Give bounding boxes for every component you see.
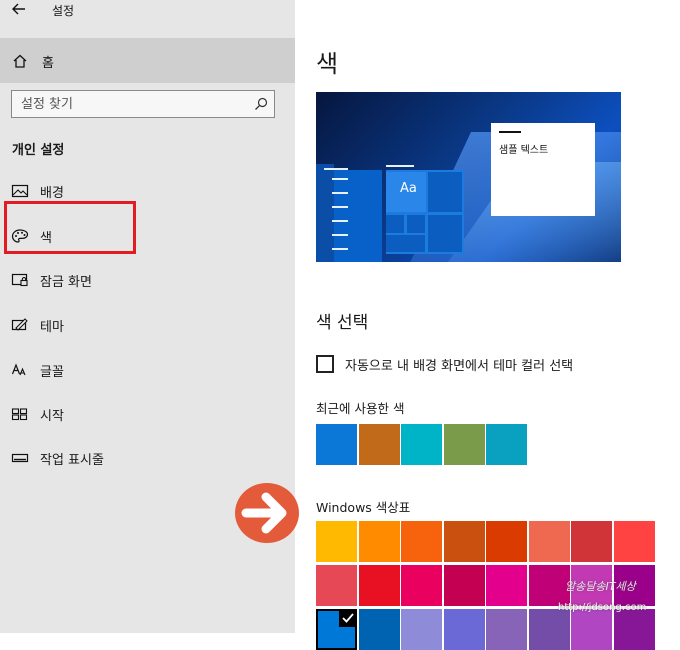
- preview-line: [332, 248, 348, 250]
- palette-color-swatch[interactable]: [571, 521, 612, 562]
- palette-color-swatch[interactable]: [486, 609, 527, 650]
- sample-text: 샘플 텍스트: [499, 145, 549, 156]
- preview-line: [332, 234, 348, 236]
- color-preview: Aa 샘플 텍스트: [316, 92, 621, 262]
- page-title: 색: [316, 50, 339, 78]
- watermark-url: http://jdsong.com: [558, 602, 647, 613]
- preview-tile-aa: Aa: [386, 172, 426, 212]
- start-icon: [11, 408, 28, 421]
- palette-color-swatch[interactable]: [613, 521, 655, 562]
- sidebar-item-label: 잠금 화면: [40, 275, 92, 290]
- sidebar-item-lock-screen[interactable]: 잠금 화면: [0, 263, 295, 297]
- sidebar-item-start[interactable]: 시작: [0, 397, 295, 431]
- palette-color-swatch[interactable]: [401, 565, 442, 606]
- sidebar-item-background[interactable]: 배경: [0, 174, 295, 208]
- font-icon: [11, 363, 26, 376]
- choose-color-title: 색 선택: [316, 313, 369, 333]
- palette-color-swatch[interactable]: [316, 565, 357, 606]
- sidebar-item-theme[interactable]: 테마: [0, 308, 295, 342]
- palette-color-swatch[interactable]: [358, 565, 400, 606]
- sidebar-item-label: 색: [40, 231, 52, 246]
- palette-color-swatch[interactable]: [528, 565, 570, 606]
- sidebar-item-label: 작업 표시줄: [40, 453, 104, 468]
- preview-line: [332, 206, 348, 208]
- preview-tile: [386, 235, 425, 252]
- sidebar-item-home[interactable]: 홈: [0, 38, 295, 83]
- palette-color-swatch[interactable]: [316, 521, 357, 562]
- palette-color-swatch[interactable]: [316, 609, 357, 650]
- palette-color-swatch[interactable]: [486, 565, 527, 606]
- home-icon: [13, 54, 27, 68]
- recent-color-swatch[interactable]: [316, 424, 357, 465]
- palette-icon: [11, 229, 29, 243]
- checkmark-icon: [339, 609, 357, 627]
- recent-color-swatch[interactable]: [358, 424, 400, 465]
- palette-color-swatch[interactable]: [443, 565, 485, 606]
- auto-color-checkbox[interactable]: [316, 355, 334, 373]
- sidebar-item-color[interactable]: 색: [0, 219, 295, 253]
- preview-sample-window: 샘플 텍스트: [491, 123, 595, 216]
- palette-color-swatch[interactable]: [443, 609, 485, 650]
- palette-color-swatch[interactable]: [528, 609, 570, 650]
- palette-color-swatch[interactable]: [613, 609, 655, 650]
- sidebar-item-label: 테마: [40, 320, 64, 335]
- home-label: 홈: [42, 56, 54, 71]
- recent-color-swatch[interactable]: [486, 424, 527, 465]
- section-title: 개인 설정: [12, 143, 65, 158]
- palette-title: Windows 색상표: [316, 500, 411, 515]
- preview-line: [332, 220, 348, 222]
- preview-tile: [428, 172, 462, 212]
- sample-window-bar: [499, 131, 521, 133]
- preview-tile: [428, 215, 462, 252]
- sidebar-item-label: 시작: [40, 409, 64, 424]
- sidebar-item-fonts[interactable]: 글꼴: [0, 353, 295, 387]
- search-icon[interactable]: [254, 97, 268, 111]
- preview-tile: [386, 215, 404, 233]
- palette-color-swatch[interactable]: [486, 521, 527, 562]
- sidebar-item-label: 글꼴: [40, 365, 64, 380]
- palette-color-swatch[interactable]: [358, 609, 400, 650]
- lock-screen-icon: [11, 273, 28, 287]
- palette-color-swatch[interactable]: [401, 609, 442, 650]
- preview-line: [324, 168, 348, 170]
- search-input[interactable]: [12, 91, 242, 117]
- preview-tile: [407, 215, 425, 233]
- theme-icon: [11, 318, 28, 331]
- auto-color-label: 자동으로 내 배경 화면에서 테마 컬러 선택: [345, 359, 574, 374]
- main-content: 색 Aa 샘플 텍스트 색 선택 자동으로 내 배경 화면에서 테마 컬러 선택…: [295, 0, 680, 650]
- recent-colors-title: 최근에 사용한 색: [316, 401, 405, 416]
- app-title: 설정: [52, 4, 75, 18]
- picture-icon: [11, 184, 29, 198]
- taskbar-icon: [11, 453, 29, 463]
- preview-line: [332, 192, 348, 194]
- sidebar-item-label: 배경: [40, 186, 64, 201]
- back-arrow-icon[interactable]: [11, 1, 27, 17]
- palette-color-swatch[interactable]: [358, 521, 400, 562]
- watermark-text: 알송달송IT세상: [565, 580, 636, 593]
- palette-color-swatch[interactable]: [528, 521, 570, 562]
- palette-color-swatch[interactable]: [401, 521, 442, 562]
- title-bar: 설정: [0, 0, 295, 28]
- search-box[interactable]: [11, 90, 275, 118]
- palette-color-swatch[interactable]: [571, 609, 612, 650]
- arrow-annotation-icon: [235, 483, 299, 543]
- recent-color-swatch[interactable]: [443, 424, 485, 465]
- palette-color-swatch[interactable]: [443, 521, 485, 562]
- preview-line: [332, 178, 348, 180]
- preview-line: [386, 165, 414, 167]
- recent-color-swatch[interactable]: [401, 424, 442, 465]
- sidebar-item-taskbar[interactable]: 작업 표시줄: [0, 441, 295, 475]
- auto-color-option[interactable]: 자동으로 내 배경 화면에서 테마 컬러 선택: [316, 354, 656, 374]
